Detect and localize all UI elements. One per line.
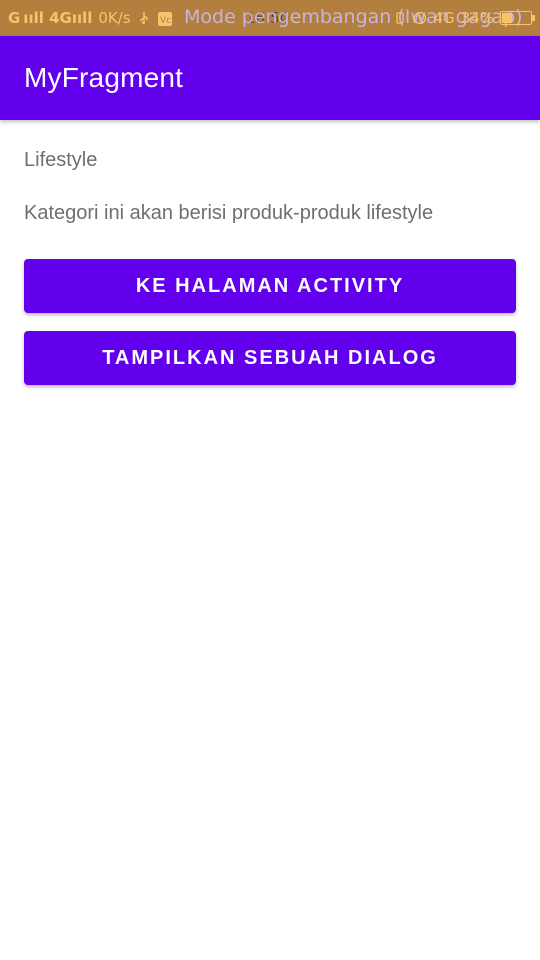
show-dialog-button[interactable]: TAMPILKAN SEBUAH DIALOG bbox=[24, 331, 516, 385]
battery-level-fill bbox=[502, 13, 513, 23]
svg-text:Vc: Vc bbox=[160, 16, 171, 26]
battery-icon bbox=[500, 11, 535, 25]
app-title: MyFragment bbox=[24, 62, 184, 93]
network-type: 4G bbox=[433, 9, 455, 27]
category-description: Kategori ini akan berisi produk-produk l… bbox=[24, 202, 434, 224]
network-speed: 0K/s bbox=[98, 9, 131, 27]
app-bar: MyFragment bbox=[0, 36, 540, 120]
category-content: Lifestyle Kategori ini akan berisi produ… bbox=[24, 146, 516, 227]
status-bar-left: G ııll 4Gııll 0K/s Vc bbox=[8, 9, 172, 27]
notification-app-icon: Vc bbox=[157, 11, 172, 26]
signal-strength-indicator: G ııll 4Gııll bbox=[8, 9, 93, 27]
go-to-activity-button[interactable]: KE HALAMAN ACTIVITY bbox=[24, 259, 516, 313]
vibrate-icon bbox=[393, 11, 407, 25]
status-bar: G ııll 4Gııll 0K/s Vc 16:50 Mode pengemb… bbox=[0, 0, 540, 36]
battery-percent: 34% bbox=[460, 9, 494, 27]
category-name: Lifestyle bbox=[24, 149, 98, 171]
alarm-icon bbox=[413, 11, 427, 25]
usb-icon bbox=[137, 11, 151, 25]
status-bar-right: 4G 34% bbox=[393, 9, 535, 27]
